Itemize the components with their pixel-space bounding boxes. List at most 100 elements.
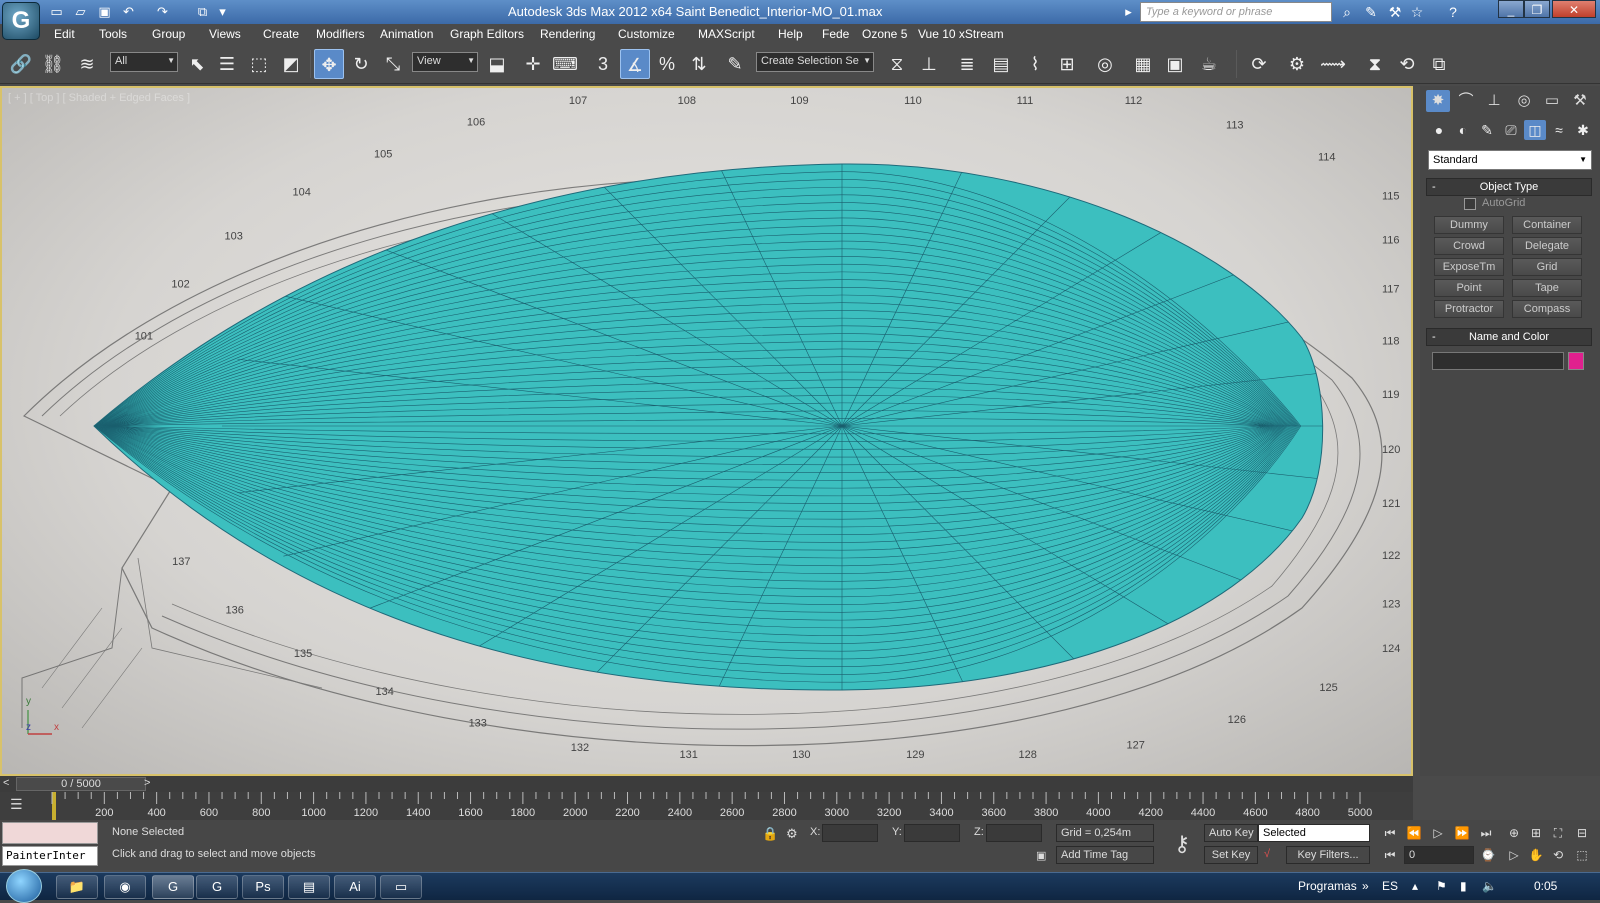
keyboard-shortcut-override-icon[interactable]: ⌨ [550,49,580,79]
modify-tab-icon[interactable]: ⌒ [1454,90,1478,112]
zoom-extents-icon[interactable]: ⛶ [1548,824,1568,842]
start-button[interactable] [6,869,42,903]
display-tab-icon[interactable]: ▭ [1540,90,1564,112]
illustrator-taskbar-icon[interactable]: Ai [334,875,376,899]
application-menu-button[interactable]: G [2,2,40,40]
programs-expand-icon[interactable]: » [1362,879,1369,893]
menu-vue[interactable]: Vue 10 xStream [918,27,1004,41]
pan-view-icon[interactable]: ✋ [1526,846,1546,864]
crowd-button[interactable]: Crowd [1434,237,1504,255]
pivot-center-icon[interactable]: ⬓ [482,49,512,79]
select-and-rotate-icon[interactable]: ↻ [346,49,376,79]
tray-expand-icon[interactable]: ▴ [1412,879,1418,893]
bind-space-warp-icon[interactable]: ≋ [72,49,102,79]
reference-coordinate-dropdown[interactable]: View [412,52,478,72]
menu-views[interactable]: Views [209,27,241,41]
subscription-icon[interactable]: ✎ [1362,3,1380,21]
protractor-button[interactable]: Protractor [1434,300,1504,318]
open-file-icon[interactable]: ▱ [72,3,89,20]
named-selection-dropdown[interactable]: Create Selection Se [756,52,874,72]
utilities-tab-icon[interactable]: ⚒ [1568,90,1592,112]
key-icon[interactable]: ⚷ [1164,824,1200,864]
plugin-tool-6-icon[interactable]: ⧉ [1424,49,1454,79]
chrome-taskbar-icon[interactable]: ◉ [104,875,146,899]
zoom-all-icon[interactable]: ⊞ [1526,824,1546,842]
mirror-icon[interactable]: ⧖ [882,49,912,79]
absolute-mode-icon[interactable]: ⚙ [786,826,798,842]
space-warps-icon[interactable]: ≈ [1548,120,1570,140]
customize-quick-access-icon[interactable]: ▾ [214,3,231,20]
time-slider-thumb[interactable]: 0 / 5000 [16,777,146,791]
current-frame-input[interactable]: 0 [1404,846,1474,864]
save-file-icon[interactable]: ▣ [96,3,113,20]
hierarchy-tab-icon[interactable]: ⊥ [1482,90,1506,112]
angle-snap-icon[interactable]: ∡ [620,49,650,79]
systems-icon[interactable]: ✱ [1572,120,1594,140]
delegate-button[interactable]: Delegate [1512,237,1582,255]
plugin-tool-5-icon[interactable]: ⟲ [1392,49,1422,79]
new-file-icon[interactable]: ▭ [48,3,65,20]
set-key-button[interactable]: Set Key [1204,846,1258,864]
graphite-tools-icon[interactable]: ▤ [986,49,1016,79]
zoom-icon[interactable]: ⊕ [1504,824,1524,842]
container-button[interactable]: Container [1512,216,1582,234]
manipulate-icon[interactable]: ✛ [518,49,548,79]
key-filters-button[interactable]: Key Filters... [1286,846,1370,864]
select-and-link-icon[interactable]: 🔗 [6,49,36,79]
percent-snap-icon[interactable]: % [652,49,682,79]
unlink-icon[interactable]: ⛓ [38,49,68,79]
geometry-icon[interactable]: ● [1428,120,1450,140]
menu-fede[interactable]: Fede [822,27,849,41]
menu-maxscript[interactable]: MAXScript [698,27,755,41]
select-by-name-icon[interactable]: ☰ [212,49,242,79]
select-and-move-icon[interactable]: ✥ [314,49,344,79]
menu-help[interactable]: Help [778,27,803,41]
schematic-view-icon[interactable]: ⊞ [1052,49,1082,79]
spinner-snap-icon[interactable]: ⇅ [684,49,714,79]
plugin-tool-4-icon[interactable]: ⧗ [1360,49,1390,79]
notepad-taskbar-icon[interactable]: ▤ [288,875,330,899]
render-production-icon[interactable]: ☕ [1194,49,1224,79]
select-object-icon[interactable]: ⬉ [182,49,212,79]
cameras-icon[interactable]: ⎚ [1500,120,1522,140]
layer-manager-icon[interactable]: ≣ [952,49,982,79]
search-input[interactable]: Type a keyword or phrase [1140,2,1332,22]
y-coordinate-input[interactable] [904,824,960,842]
time-slider-prev-icon[interactable]: < [3,777,9,789]
time-slider-next-icon[interactable]: > [144,777,150,789]
minimize-button[interactable]: _ [1498,0,1524,18]
grid-button[interactable]: Grid [1512,258,1582,276]
key-mode-dropdown[interactable]: Selected [1258,824,1370,842]
snaps-toggle-icon[interactable]: 3 [588,49,618,79]
shapes-icon[interactable]: ◐ [1452,120,1474,140]
floor-mesh[interactable] [93,163,1324,691]
time-tag-icon[interactable]: ▣ [1036,849,1046,862]
menu-rendering[interactable]: Rendering [540,27,595,41]
next-frame-icon[interactable]: ⏩ [1452,824,1472,842]
time-slider[interactable]: < 0 / 5000 > [0,776,1413,792]
create-tab-icon[interactable]: ✸ [1426,90,1450,112]
project-folder-icon[interactable]: ⧉ [194,3,211,20]
network-icon[interactable]: ▮ [1460,879,1467,893]
selection-lock-icon[interactable]: 🔒 [762,826,778,842]
dummy-button[interactable]: Dummy [1434,216,1504,234]
track-bar[interactable]: ☰ 200 400 600 800 1000 1200 1400 1600 1800 2000 22… [0,792,1413,820]
edit-named-selection-icon[interactable]: ✎ [720,49,750,79]
point-button[interactable]: Point [1434,279,1504,297]
selection-filter-dropdown[interactable]: All [110,52,178,72]
clock[interactable]: 0:05 [1534,879,1557,893]
compass-button[interactable]: Compass [1512,300,1582,318]
undo-icon[interactable]: ↶ [120,3,137,20]
photoshop-taskbar-icon[interactable]: Ps [242,875,284,899]
align-icon[interactable]: ⊥ [914,49,944,79]
search-expand-icon[interactable]: ▸ [1120,3,1137,20]
window-taskbar-icon[interactable]: ▭ [380,875,422,899]
name-and-color-rollout[interactable]: - Name and Color [1426,328,1592,346]
exposetm-button[interactable]: ExposeTm [1434,258,1504,276]
category-dropdown[interactable]: Standard [1428,150,1592,170]
favorites-star-icon[interactable]: ☆ [1408,3,1426,21]
object-name-input[interactable] [1432,352,1564,370]
object-color-swatch[interactable] [1568,352,1584,370]
flag-icon[interactable]: ⚑ [1436,879,1447,893]
explorer-taskbar-icon[interactable]: 📁 [56,875,98,899]
